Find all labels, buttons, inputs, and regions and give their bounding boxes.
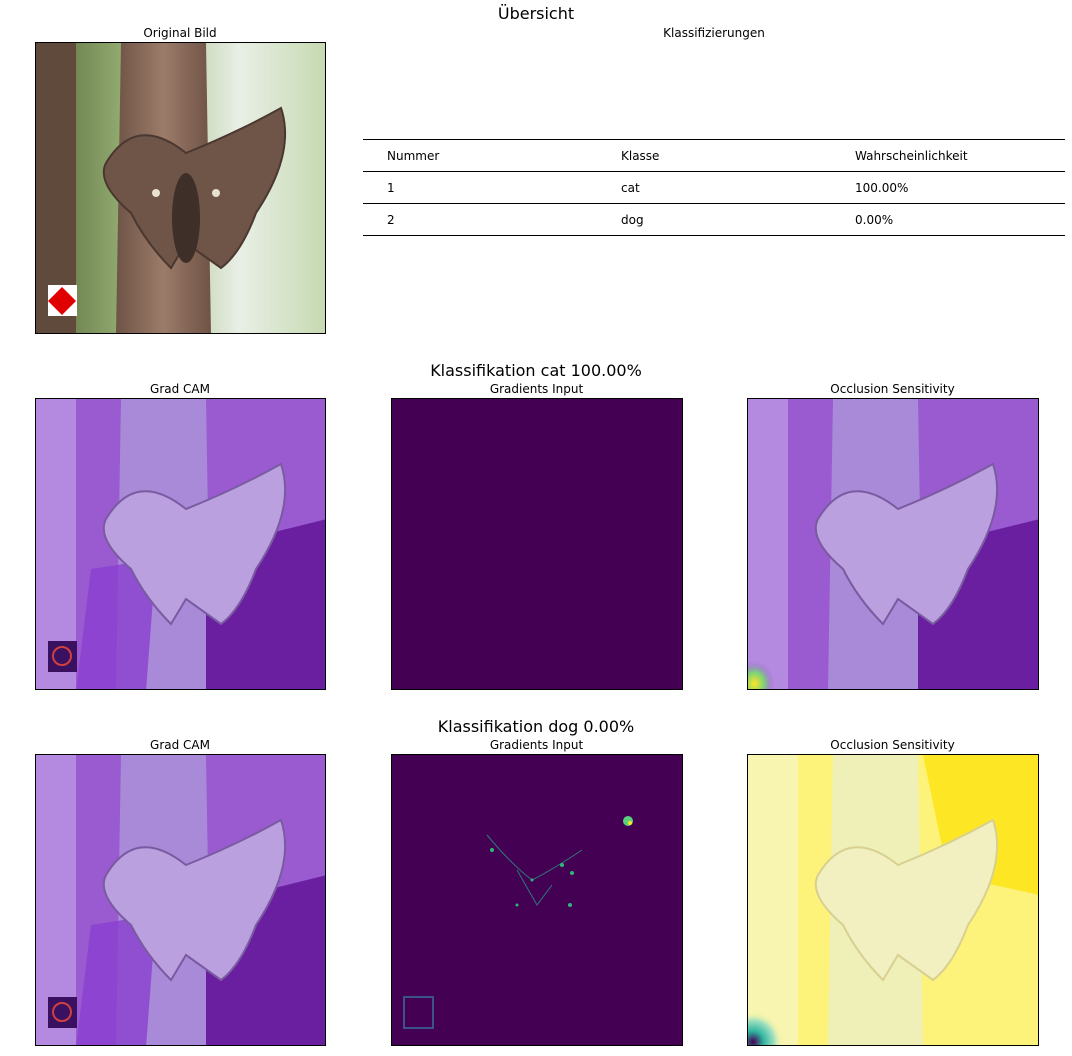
overview-title: Übersicht <box>497 4 575 23</box>
classification-table-title: Klassifizierungen <box>663 26 765 40</box>
table-header-cell: Klasse <box>597 139 831 172</box>
gradcam-dog-title: Grad CAM <box>150 738 210 752</box>
gradcam-cat-title: Grad CAM <box>150 382 210 396</box>
occlusion-cat-image <box>747 398 1039 690</box>
gradients-cat-image <box>391 398 683 690</box>
occlusion-dog-image <box>747 754 1039 1046</box>
section-cat-title: Klassifikation cat 100.00% <box>430 361 642 380</box>
table-header-row: Nummer Klasse Wahrscheinlichkeit <box>363 139 1065 172</box>
table-cell: 0.00% <box>831 203 1065 236</box>
gradcam-dog-image <box>35 754 326 1046</box>
original-image <box>35 42 326 334</box>
classification-table: Nummer Klasse Wahrscheinlichkeit 1 cat 1… <box>363 139 1065 236</box>
gradcam-cat-image <box>35 398 326 690</box>
table-row: 2 dog 0.00% <box>363 203 1065 236</box>
gradients-dog-image <box>391 754 683 1046</box>
original-image-title: Original Bild <box>143 26 217 40</box>
gradients-dog-title: Gradients Input <box>489 738 584 752</box>
occlusion-cat-title: Occlusion Sensitivity <box>830 382 955 396</box>
table-cell: 1 <box>363 171 597 204</box>
table-cell: dog <box>597 203 831 236</box>
table-cell: 2 <box>363 203 597 236</box>
section-dog-title: Klassifikation dog 0.00% <box>437 717 635 736</box>
table-header-cell: Nummer <box>363 139 597 172</box>
table-header-cell: Wahrscheinlichkeit <box>831 139 1065 172</box>
table-cell: 100.00% <box>831 171 1065 204</box>
gradients-cat-title: Gradients Input <box>489 382 584 396</box>
occlusion-dog-title: Occlusion Sensitivity <box>830 738 955 752</box>
table-row: 1 cat 100.00% <box>363 171 1065 204</box>
table-cell: cat <box>597 171 831 204</box>
